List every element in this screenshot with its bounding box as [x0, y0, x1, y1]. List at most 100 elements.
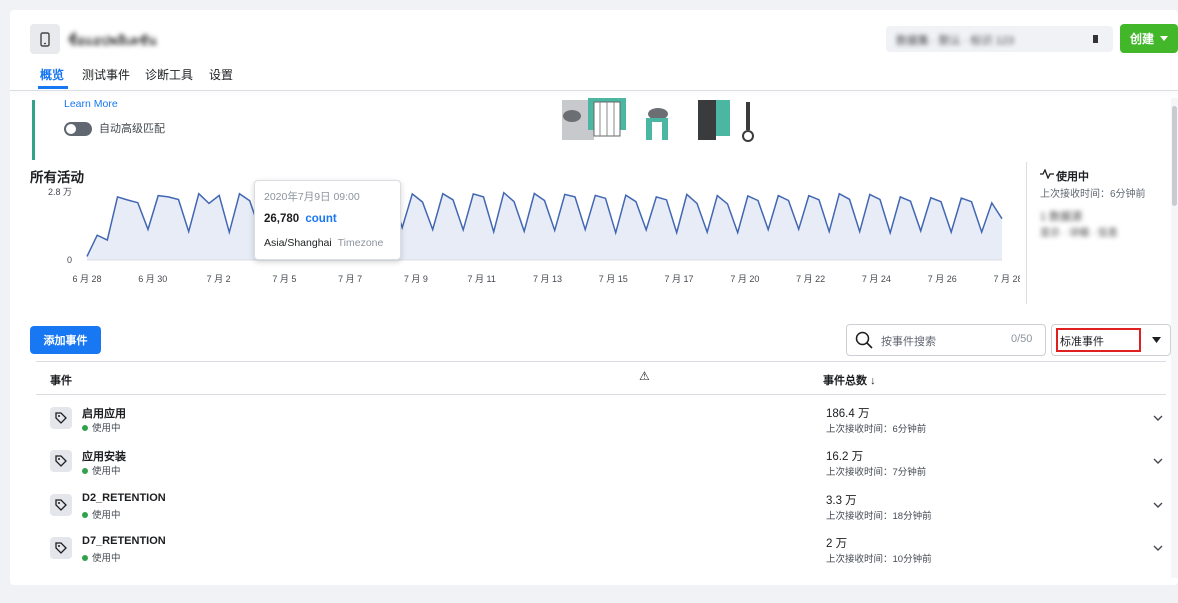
tooltip-datetime: 2020年7月9日 09:00	[264, 191, 360, 203]
banner-illustration-2	[698, 100, 754, 142]
x-tick-label: 7 月 15	[599, 274, 628, 284]
tab-settings[interactable]: 设置	[209, 66, 233, 83]
status-blurred-line-1: 1 数据源	[1040, 211, 1083, 223]
dataset-select[interactable]: 数据集 · 默认 · 标识 123	[886, 26, 1113, 52]
filter-value: 标准事件	[1060, 336, 1104, 348]
tooltip-value: 26,780	[264, 213, 300, 225]
status-dot-icon	[82, 425, 88, 432]
app-title: ชื่อแอปพลิเคชัน	[68, 33, 157, 48]
event-tag-icon	[50, 537, 72, 559]
status-dot-icon	[82, 555, 88, 562]
event-last-received: 上次接收时间：6分钟前	[826, 424, 927, 435]
x-tick-label: 7 月 2	[207, 274, 231, 284]
event-name[interactable]: D2_RETENTION	[82, 492, 166, 504]
status-last-received: 上次接收时间：6分钟前	[1040, 189, 1146, 200]
banner-illustration	[562, 98, 668, 140]
dataset-label: 数据集 · 默认 · 标识 123	[896, 35, 1014, 47]
status-divider	[1026, 162, 1027, 304]
tooltip-value-label: count	[305, 213, 337, 225]
learn-more-link[interactable]: Learn More	[64, 98, 118, 110]
table-top-divider	[36, 361, 1166, 362]
create-label: 创建	[1129, 32, 1154, 46]
tooltip-timezone-label: Timezone	[337, 237, 384, 249]
event-status: 使用中	[82, 420, 121, 434]
search-placeholder: 按事件搜索	[881, 336, 936, 348]
x-tick-label: 7 月 20	[730, 274, 759, 284]
event-total: 186.4 万	[826, 408, 870, 420]
activity-pulse-icon	[1040, 169, 1054, 179]
event-status-text: 使用中	[92, 466, 121, 477]
tab-test-events[interactable]: 测试事件	[82, 66, 130, 83]
active-tab-indicator	[38, 86, 68, 89]
event-last-received: 上次接收时间：7分钟前	[826, 467, 927, 478]
x-tick-label: 7 月 24	[862, 274, 891, 284]
dataset-dot-icon	[1093, 35, 1098, 43]
search-icon	[855, 331, 873, 349]
tab-diagnostics[interactable]: 诊断工具	[145, 66, 193, 83]
event-name[interactable]: D7_RETENTION	[82, 535, 166, 547]
table-header-divider	[36, 394, 1166, 395]
caret-down-icon	[1160, 36, 1168, 41]
x-tick-label: 6 月 30	[138, 274, 167, 284]
expand-chevron-icon[interactable]	[1153, 415, 1163, 421]
event-search-box[interactable]: 按事件搜索 0/50	[846, 324, 1046, 356]
col-header-total-label: 事件总数	[823, 375, 867, 387]
x-tick-label: 7 月 13	[533, 274, 562, 284]
event-last-received: 上次接收时间：10分钟前	[826, 554, 932, 565]
warning-icon: ⚠	[639, 369, 650, 383]
event-status-text: 使用中	[92, 510, 121, 521]
event-last-received: 上次接收时间：18分钟前	[826, 511, 932, 522]
y-tick-label: 0	[67, 255, 72, 265]
expand-chevron-icon[interactable]	[1153, 502, 1163, 508]
status-dot-icon	[82, 512, 88, 519]
event-tag-icon	[50, 494, 72, 516]
event-status-text: 使用中	[92, 553, 121, 564]
event-name[interactable]: 应用安装	[82, 448, 126, 464]
chart-tooltip: 2020年7月9日 09:00 26,780 count Asia/Shangh…	[254, 180, 401, 260]
create-button[interactable]: 创建	[1120, 24, 1178, 53]
col-header-event: 事件	[50, 375, 72, 387]
event-tag-icon	[50, 450, 72, 472]
status-dot-icon	[82, 468, 88, 475]
event-status: 使用中	[82, 507, 121, 521]
x-tick-label: 6 月 28	[72, 274, 101, 284]
add-event-button[interactable]: 添加事件	[30, 326, 101, 354]
tooltip-value-line: 26,780 count	[264, 213, 337, 225]
status-label: 使用中	[1056, 171, 1089, 183]
events-manager-card: ชื่อแอปพลิเคชัน 数据集 · 默认 · 标识 123 创建 概览 …	[10, 10, 1178, 585]
tooltip-timezone: Asia/Shanghai	[264, 237, 332, 249]
event-total: 16.2 万	[826, 451, 864, 463]
x-tick-label: 7 月 17	[665, 274, 694, 284]
x-tick-label: 7 月 7	[338, 274, 362, 284]
phone-icon	[30, 24, 60, 54]
event-total: 2 万	[826, 538, 848, 550]
event-status-text: 使用中	[92, 423, 121, 434]
expand-chevron-icon[interactable]	[1153, 458, 1163, 464]
activity-line-chart[interactable]: 2.8 万 06 月 28 6 月 30 7 月 2 7 月 5 7 月 7 7 月 9 7 …	[10, 182, 1020, 290]
caret-down-icon	[1152, 337, 1161, 343]
x-tick-label: 7 月 26	[928, 274, 957, 284]
y-tick-label: 2.8 万	[48, 187, 72, 197]
event-filter-select[interactable]: 标准事件	[1051, 324, 1171, 356]
event-total: 3.3 万	[826, 495, 857, 507]
x-tick-label: 7 月 28	[993, 274, 1020, 284]
header-divider	[10, 90, 1178, 91]
event-status: 使用中	[82, 463, 121, 477]
col-header-total[interactable]: 事件总数 ↓	[823, 372, 876, 388]
sort-desc-icon: ↓	[870, 375, 876, 387]
auto-matching-label: 自动高级匹配	[99, 123, 165, 135]
x-tick-label: 7 月 22	[796, 274, 825, 284]
x-tick-label: 7 月 11	[468, 274, 496, 284]
tab-overview[interactable]: 概览	[40, 66, 64, 83]
tooltip-timezone-line: Asia/Shanghai Timezone	[264, 237, 383, 249]
event-name[interactable]: 启用应用	[82, 405, 126, 421]
expand-chevron-icon[interactable]	[1153, 545, 1163, 551]
x-tick-label: 7 月 5	[272, 274, 296, 284]
scrollbar-thumb[interactable]	[1172, 106, 1177, 206]
search-count: 0/50	[1011, 333, 1033, 345]
x-tick-label: 7 月 9	[404, 274, 428, 284]
event-tag-icon	[50, 407, 72, 429]
event-status: 使用中	[82, 550, 121, 564]
auto-matching-toggle[interactable]	[64, 122, 92, 136]
status-blurred-line-2: 显示 · 详细 · 信息	[1040, 228, 1118, 239]
